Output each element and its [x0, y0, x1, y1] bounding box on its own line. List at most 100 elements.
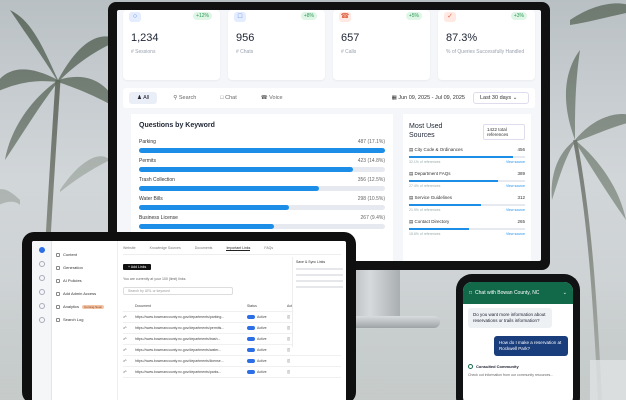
status-label: Active	[257, 337, 267, 341]
source-count: 389	[517, 171, 525, 176]
source-label-text: City Code & Ordinances	[414, 147, 463, 152]
home-icon[interactable]	[38, 247, 45, 253]
row-document: https://www.bowmancounty.nc.gov/departme…	[135, 348, 222, 352]
status-toggle[interactable]	[247, 337, 255, 341]
tab-knowledge-sources[interactable]: Knowledge Sources	[150, 246, 181, 251]
table-row[interactable]: ☍ https://www.bowmancounty.nc.gov/departm…	[123, 356, 341, 367]
menu-item-ai-policies[interactable]: AI Policies	[56, 274, 113, 287]
filter-chat-label: Chat	[225, 95, 237, 101]
keyword-row[interactable]: Water Bills 298 (10.5%)	[139, 196, 385, 210]
keyword-bar-track	[139, 148, 385, 153]
filter-voice[interactable]: ☎ Voice	[253, 92, 291, 104]
chevron-down-icon[interactable]: ⌄	[563, 290, 567, 296]
link-icon: ☍	[123, 359, 127, 363]
row-status: Active	[247, 315, 287, 319]
view-source-link[interactable]: View source	[506, 208, 525, 212]
menu-item-search-log[interactable]: Search Log	[56, 313, 113, 326]
filter-voice-label: Voice	[269, 95, 283, 101]
nav-icon[interactable]	[38, 275, 45, 281]
panel-title: Questions by Keyword	[139, 122, 215, 129]
keyword-count: 267 (9.4%)	[360, 215, 385, 221]
tab-website[interactable]: Website	[123, 246, 136, 251]
phone-icon: ☎	[339, 12, 351, 22]
keyword-row[interactable]: Parking 487 (17.1%)	[139, 139, 385, 153]
status-toggle[interactable]	[247, 359, 255, 363]
chevron-down-icon: ⌄	[512, 95, 518, 101]
source-label-text: Contact Directory	[414, 219, 450, 224]
menu-item-content[interactable]: Content	[56, 248, 113, 261]
add-links-button[interactable]: + Add Links	[123, 264, 152, 270]
stat-label: # Calls	[341, 49, 357, 55]
check-icon: ✓	[444, 12, 456, 22]
sync-links-panel: Save & Sync Links	[292, 257, 346, 347]
status-toggle[interactable]	[247, 370, 255, 374]
nav-icon[interactable]	[38, 303, 45, 309]
col-header: Document	[135, 304, 151, 308]
stat-card-handled: ✓ +3% 87.3% % of Queries Successfully Ha…	[438, 10, 535, 80]
status-toggle[interactable]	[247, 348, 255, 352]
source-label: ▤ City Code & Ordinances	[409, 147, 463, 153]
date-range[interactable]: ▦ Jun 09, 2025 - Jul 09, 2025	[392, 95, 465, 101]
view-source-link[interactable]: View source	[506, 184, 525, 188]
nav-icon[interactable]	[38, 261, 45, 267]
filter-search[interactable]: ⚲ Search	[165, 92, 204, 104]
document-icon: ▤	[409, 147, 414, 152]
source-bar	[409, 228, 470, 230]
filter-all-label: All	[143, 95, 150, 101]
check-circle-icon	[468, 364, 473, 369]
tab-documents[interactable]: Documents	[195, 246, 213, 251]
keyword-row[interactable]: Trash Collection 356 (12.5%)	[139, 177, 385, 191]
keyword-count: 487 (17.1%)	[357, 139, 385, 145]
stat-label: % of Queries Successfully Handled	[446, 49, 525, 55]
stat-card-calls: ☎ +5% 657 # Calls	[333, 10, 430, 80]
view-source-link[interactable]: View source	[506, 232, 525, 236]
filter-chat[interactable]: □ Chat	[212, 92, 244, 104]
trash-icon[interactable]: ◫	[287, 370, 307, 374]
analytics-icon	[56, 304, 60, 309]
keyword-label: Business License	[139, 215, 178, 221]
stat-chip: +12%	[193, 12, 212, 20]
table-row[interactable]: ☍ https://www.bowmancounty.nc.gov/departm…	[123, 367, 341, 378]
tab-important-links[interactable]: Important Links	[226, 246, 251, 251]
source-item: ▤ Service Guidelines 312 21.9% of referen…	[409, 195, 525, 212]
links-search-input[interactable]: Search by URL or keyword	[123, 287, 233, 295]
period-select[interactable]: Last 30 days ⌄	[473, 92, 529, 104]
nav-icon[interactable]	[38, 317, 45, 323]
trash-icon[interactable]: ◫	[287, 348, 307, 352]
row-status: Active	[247, 370, 287, 374]
source-bar-track	[409, 228, 525, 230]
link-icon: ☍	[123, 337, 127, 341]
analytics-dashboard: ○ +12% 1,234 # Sessions □ +8% 956 # Chat…	[117, 10, 541, 261]
row-document: https://www.bowmancounty.nc.gov/departme…	[135, 326, 225, 330]
source-count: 312	[517, 195, 525, 200]
keyword-row[interactable]: Permits 423 (14.8%)	[139, 158, 385, 172]
menu-item-label: AI Policies	[63, 278, 82, 283]
tool-status: Consulted Community	[468, 364, 568, 369]
bot-message: Do you want more information about reser…	[468, 308, 552, 328]
keyword-bar	[139, 205, 290, 210]
stat-chip: +3%	[510, 12, 527, 20]
row-document: https://www.bowmancounty.nc.gov/departme…	[135, 315, 225, 319]
keyword-row[interactable]: Business License 267 (9.4%)	[139, 215, 385, 229]
filter-all[interactable]: ♟ All	[129, 92, 158, 104]
menu-item-analytics[interactable]: Analytics Coming Soon	[56, 300, 113, 313]
trash-icon[interactable]: ◫	[287, 359, 307, 363]
keyword-bar-track	[139, 186, 385, 191]
keyword-count: 423 (14.8%)	[357, 158, 385, 164]
stat-value: 657	[341, 32, 360, 44]
row-status: Active	[247, 326, 287, 330]
desktop-monitor: ○ +12% 1,234 # Sessions □ +8% 956 # Chat…	[108, 2, 550, 270]
view-source-link[interactable]: View source	[506, 160, 525, 164]
status-toggle[interactable]	[247, 315, 255, 319]
placeholder-line	[296, 280, 343, 282]
source-label: ▤ Contact Directory	[409, 219, 449, 225]
status-label: Active	[257, 359, 267, 363]
source-item: ▤ Contact Directory 265 18.6% of referenc…	[409, 219, 525, 236]
status-toggle[interactable]	[247, 326, 255, 330]
menu-item-generation[interactable]: Generation	[56, 261, 113, 274]
tab-faqs[interactable]: FAQs	[264, 246, 273, 251]
nav-icon[interactable]	[38, 289, 45, 295]
menu-item-admin-access[interactable]: Add Admin Access	[56, 287, 113, 300]
sessions-icon: ○	[129, 12, 141, 22]
stat-label: # Sessions	[131, 49, 156, 55]
